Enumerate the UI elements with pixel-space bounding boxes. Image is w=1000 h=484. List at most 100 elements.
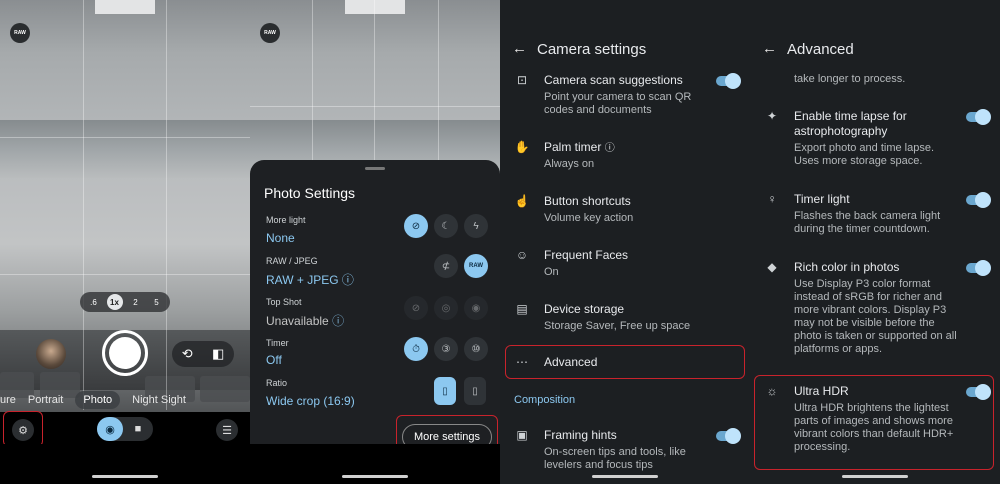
highlight-box xyxy=(505,345,745,379)
zoom-option-selected[interactable]: 1x xyxy=(106,294,123,310)
help-icon[interactable]: ⓘ xyxy=(332,314,344,328)
shutter-button[interactable] xyxy=(102,330,148,376)
adjust-sliders-icon[interactable]: ☰ xyxy=(216,419,238,441)
item-subtitle: Always on xyxy=(544,158,595,170)
grid-line xyxy=(83,0,84,410)
top-shot-label: Top Shot xyxy=(266,297,302,307)
top-shot-auto-icon[interactable]: ◎ xyxy=(434,296,458,320)
camera-settings-panel: ← Camera settings ⊡ Camera scan suggesti… xyxy=(500,0,750,484)
sparkle-icon: ✦ xyxy=(766,109,778,123)
item-title: Framing hints xyxy=(544,428,617,442)
gesture-handle[interactable] xyxy=(592,475,658,478)
zoom-option[interactable]: .6 xyxy=(86,294,102,310)
gallery-thumbnail[interactable] xyxy=(36,339,66,369)
ratio-full-icon[interactable]: ▯ xyxy=(464,377,486,405)
face-icon: ☺ xyxy=(515,248,529,262)
highlight-box xyxy=(3,411,43,447)
ratio-wide-icon[interactable]: ▯ xyxy=(434,377,456,405)
advanced-settings-panel: take longer to process. ← Advanced ✦ Ena… xyxy=(750,0,1000,484)
grid-line xyxy=(0,274,250,275)
item-title: Palm timer xyxy=(544,140,602,154)
top-shot-value: Unavailable xyxy=(266,314,329,328)
item-title: Enable time lapse for astrophotography xyxy=(794,109,907,138)
ratio-label: Ratio xyxy=(266,378,288,388)
top-shot-off-icon[interactable]: ⊘ xyxy=(404,296,428,320)
toggle-switch[interactable] xyxy=(716,428,741,444)
system-nav-bar xyxy=(250,444,500,484)
preview-highlight xyxy=(345,0,405,14)
item-subtitle: Storage Saver, Free up space xyxy=(544,320,691,332)
back-arrow-icon[interactable]: ← xyxy=(762,40,777,57)
gesture-handle[interactable] xyxy=(342,475,408,478)
flash-icon[interactable]: ϟ xyxy=(464,214,488,238)
item-title: Timer light xyxy=(794,192,850,206)
item-subtitle: On-screen tips and tools, like levelers … xyxy=(544,446,686,471)
item-subtitle: Flashes the back camera light during the… xyxy=(794,210,941,235)
video-icon[interactable]: ■ xyxy=(123,423,153,435)
raw-jpeg-label: RAW / JPEG xyxy=(266,256,318,266)
timer-label: Timer xyxy=(266,338,289,348)
storage-icon: ▤ xyxy=(516,302,528,316)
zoom-option[interactable]: 5 xyxy=(149,294,165,310)
no-light-icon[interactable]: ⊘ xyxy=(404,214,428,238)
section-header: Composition xyxy=(514,394,576,406)
camera-switch-group[interactable]: ⟲ ◧ xyxy=(172,341,234,367)
raw-badge[interactable]: RAW xyxy=(10,23,30,43)
scrolled-text-fragment: take longer to process. xyxy=(794,73,906,85)
page-title: Advanced xyxy=(787,41,854,58)
timer-10s-icon[interactable]: ⑩ xyxy=(464,337,488,361)
palm-icon: ✋ xyxy=(514,140,530,154)
paint-bucket-icon: ◆ xyxy=(767,260,777,274)
mode-item[interactable]: Night Sight xyxy=(132,394,186,406)
raw-jpeg-value: RAW + JPEG xyxy=(266,273,339,287)
hand-tap-icon: ☝ xyxy=(514,194,530,208)
night-auto-icon[interactable]: ☾ xyxy=(434,214,458,238)
zoom-selector[interactable]: .6 1x 2 5 xyxy=(80,292,170,312)
item-subtitle: Point your camera to scan QR codes and d… xyxy=(544,91,692,116)
screenshot-collage: RAW .6 1x 2 5 ⟲ ◧ ure Portrait Photo Nig… xyxy=(0,0,1000,484)
item-title: Frequent Faces xyxy=(544,248,629,262)
grid-line xyxy=(0,137,250,138)
highlight-box xyxy=(754,375,994,470)
item-title: Camera scan suggestions xyxy=(544,73,683,87)
photo-settings-panel: RAW Photo Settings More light None ⊘ ☾ ϟ… xyxy=(250,0,500,484)
grid-line xyxy=(250,106,500,107)
top-shot-on-icon[interactable]: ◉ xyxy=(464,296,488,320)
raw-jpeg-value-row: RAW + JPEG ⓘ xyxy=(266,271,354,288)
timer-3s-icon[interactable]: ③ xyxy=(434,337,458,361)
viewfinder-preview xyxy=(0,0,250,444)
raw-on-option[interactable]: RAW xyxy=(464,254,488,278)
mode-item[interactable]: Portrait xyxy=(28,394,63,406)
toggle-switch[interactable] xyxy=(966,192,991,208)
flip-camera-icon[interactable]: ⟲ xyxy=(182,346,193,362)
photo-camera-icon[interactable]: ◉ xyxy=(97,417,123,441)
toggle-switch[interactable] xyxy=(966,109,991,125)
item-title: Device storage xyxy=(544,302,625,316)
dual-screen-icon[interactable]: ◧ xyxy=(212,346,224,362)
page-title: Camera settings xyxy=(537,41,647,58)
sheet-drag-handle[interactable] xyxy=(365,167,385,170)
item-subtitle: On xyxy=(544,266,559,278)
gesture-handle[interactable] xyxy=(842,475,908,478)
raw-off-icon[interactable]: ⊄ xyxy=(434,254,458,278)
ratio-value: Wide crop (16:9) xyxy=(266,394,355,408)
help-icon[interactable]: ⓘ xyxy=(605,143,615,154)
timer-off-icon[interactable]: ⏱ xyxy=(404,337,428,361)
item-subtitle: Export photo and time lapse. Uses more s… xyxy=(794,142,935,167)
toggle-switch[interactable] xyxy=(716,73,741,89)
gesture-handle[interactable] xyxy=(92,475,158,478)
raw-badge[interactable]: RAW xyxy=(260,23,280,43)
back-arrow-icon[interactable]: ← xyxy=(512,40,527,57)
framing-icon: ▣ xyxy=(516,428,528,442)
item-title-row: Palm timer ⓘ xyxy=(544,140,709,156)
zoom-option[interactable]: 2 xyxy=(128,294,144,310)
mode-selector[interactable]: ure Portrait Photo Night Sight xyxy=(0,390,250,410)
photo-video-toggle[interactable]: ◉ ■ xyxy=(97,417,153,441)
toggle-switch[interactable] xyxy=(966,260,991,276)
mode-item[interactable]: ure xyxy=(0,394,16,406)
light-bulb-icon: ♀ xyxy=(767,192,777,206)
system-nav-bar xyxy=(0,444,250,484)
help-icon[interactable]: ⓘ xyxy=(342,273,354,287)
mode-item-selected[interactable]: Photo xyxy=(75,391,121,409)
timer-value: Off xyxy=(266,353,282,367)
